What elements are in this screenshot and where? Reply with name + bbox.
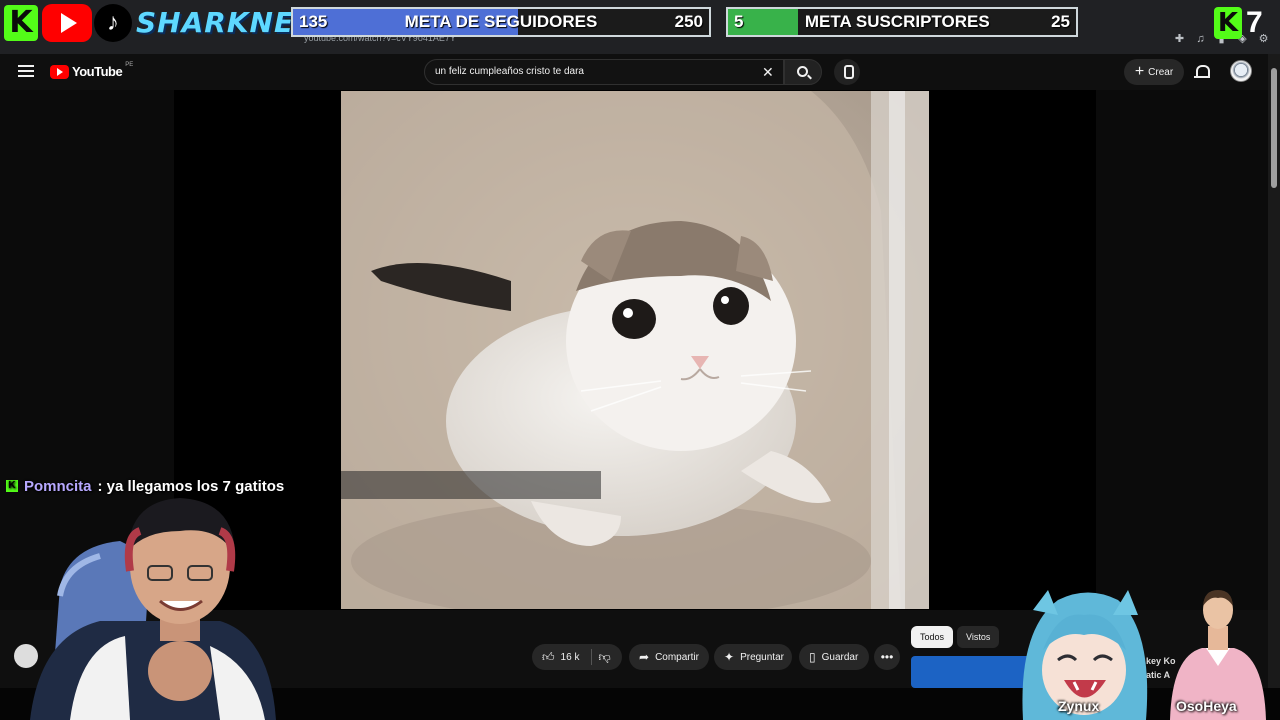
create-label: Crear [1148, 66, 1174, 78]
account-avatar[interactable] [1230, 60, 1252, 82]
vtuber-avatar-cam: Zynux [1018, 590, 1150, 720]
tiktok-logo-icon: ♪ [94, 4, 132, 42]
bookmark-icon: ▯ [809, 650, 816, 664]
chat-message: K Pomncita : ya llegamos los 7 gatitos [6, 476, 284, 496]
kick-small-icon: K [1214, 7, 1242, 39]
youtube-header: YouTube PE un feliz cumpleaños cristo te… [0, 54, 1268, 90]
like-count[interactable]: 16 k [561, 652, 580, 663]
ask-label: Preguntar [740, 651, 784, 663]
subscribers-goal-bar: 5 META SUSCRIPTORES 25 [726, 7, 1078, 37]
kick-logo-icon: K [4, 5, 38, 41]
share-label: Compartir [655, 651, 699, 663]
youtube-wordmark: YouTube [72, 64, 123, 79]
video-frame-kitten[interactable] [341, 91, 929, 609]
stream-overlay: K ♪ SHARKNEKU 135 META DE SEGUIDORES 250… [0, 0, 1280, 46]
viewer-counter: K 7 [1214, 5, 1263, 41]
youtube-play-icon [50, 64, 69, 79]
youtube-logo-icon [42, 4, 92, 42]
thumbs-up-icon[interactable]: 👍︎ [542, 651, 555, 663]
voice-search-mic-icon[interactable] [834, 59, 860, 85]
ambient-right [1096, 90, 1268, 610]
subscribers-current: 5 [734, 12, 744, 31]
subscribers-target: 25 [1051, 12, 1070, 31]
streamer-webcam [30, 496, 276, 720]
country-code: PE [125, 62, 134, 68]
kick-badge-icon: K [6, 480, 18, 492]
thumbs-down-icon[interactable]: 👎︎ [598, 651, 610, 663]
caption-overlay [341, 471, 601, 499]
followers-goal-bar: 135 META DE SEGUIDORES 250 [291, 7, 711, 37]
save-button[interactable]: ▯ Guardar [799, 644, 869, 670]
search-button[interactable] [784, 59, 822, 85]
streamer-webcam-image [30, 498, 276, 720]
plus-icon: + [1134, 63, 1145, 80]
sparkle-icon: ✦ [724, 650, 735, 664]
followers-goal-title: META DE SEGUIDORES [404, 12, 598, 31]
search-input[interactable]: un feliz cumpleaños cristo te dara [424, 59, 784, 85]
guest-cam-name: OsoHeya [1176, 698, 1237, 714]
recommended-thumbnail[interactable] [911, 656, 1031, 688]
share-arrow-icon: ➦ [639, 650, 650, 664]
avatar-cam-name: Zynux [1058, 698, 1100, 714]
hamburger-menu-icon[interactable] [18, 65, 34, 77]
create-button[interactable]: + Crear [1124, 59, 1184, 85]
more-actions-button[interactable]: ••• [874, 644, 900, 670]
scrollbar-thumb[interactable] [1271, 68, 1277, 188]
screen: { "overlay": { "brand": "SHARKNEKU", "go… [0, 0, 1280, 720]
share-button[interactable]: ➦ Compartir [629, 644, 709, 670]
guest-webcam: OsoHeya [1162, 586, 1274, 720]
youtube-home-logo[interactable]: YouTube PE [50, 62, 134, 79]
save-label: Guardar [821, 651, 859, 663]
chat-username: Pomncita [24, 477, 92, 495]
followers-target: 250 [674, 12, 703, 31]
chip-all[interactable]: Todos [911, 626, 954, 648]
chat-text: : ya llegamos los 7 gatitos [97, 477, 285, 495]
viewer-count: 7 [1246, 6, 1263, 39]
kitten-video-image [341, 91, 929, 609]
subscribers-goal-title: META SUSCRIPTORES [804, 12, 990, 31]
followers-current: 135 [299, 12, 328, 31]
notifications-bell-icon[interactable] [1194, 63, 1210, 81]
search-icon [797, 66, 808, 77]
chip-watched[interactable]: Vistos [957, 626, 1000, 648]
ask-button[interactable]: ✦ Preguntar [714, 644, 792, 670]
clear-search-icon[interactable]: ✕ [762, 62, 774, 82]
like-dislike-group: 👍︎ 16 k 👎︎ [532, 644, 622, 670]
